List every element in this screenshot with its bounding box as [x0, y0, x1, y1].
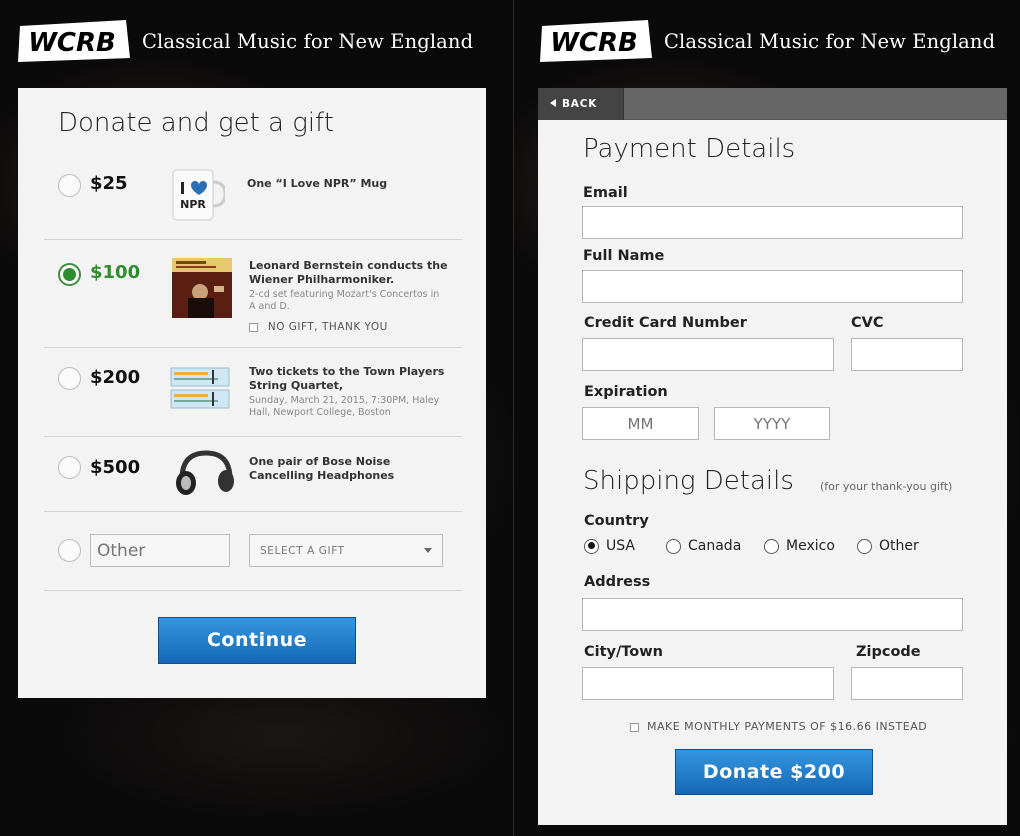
monthly-checkbox[interactable]	[630, 722, 639, 732]
gift-subtitle: 2-cd set featuring Mozart's Concertos in…	[249, 289, 440, 312]
country-usa[interactable]: USA	[584, 538, 635, 554]
expiration-label: Expiration	[584, 384, 668, 400]
radio-mexico[interactable]	[764, 538, 779, 554]
email-label: Email	[583, 185, 628, 201]
svg-text:WCRB: WCRB	[28, 28, 116, 58]
card-number-field[interactable]	[582, 338, 834, 371]
no-gift-label: NO GIFT, THANK YOU	[267, 321, 388, 333]
page-title: Donate and get a gift	[58, 108, 334, 138]
radio-other[interactable]	[58, 539, 81, 562]
country-mexico[interactable]: Mexico	[764, 538, 835, 554]
address-label: Address	[584, 574, 651, 590]
select-gift-label: SELECT A GIFT	[260, 545, 345, 557]
option-25[interactable]: $25 NPR One “I Love NPR” Mug	[44, 156, 462, 240]
gift-title: One “I Love NPR” Mug	[247, 177, 388, 190]
option-200[interactable]: $200 Two tickets to the Town Players Str…	[44, 348, 462, 437]
continue-button[interactable]: Continue	[158, 617, 356, 664]
amount-label: $25	[90, 173, 128, 194]
wcrb-logo: WCRB	[18, 20, 130, 62]
donate-screen: WCRB Classical Music for New England Don…	[0, 0, 513, 836]
email-field[interactable]	[582, 206, 963, 239]
wcrb-logo: WCRB	[540, 20, 652, 62]
amount-label: $500	[90, 457, 141, 478]
no-gift-option[interactable]: NO GIFT, THANK YOU	[249, 321, 388, 333]
gift-title: One pair of Bose Noise Cancelling Headph…	[249, 455, 395, 482]
back-arrow-icon	[550, 99, 556, 107]
radio-100[interactable]	[58, 263, 81, 286]
radio-200[interactable]	[58, 367, 81, 390]
donate-button[interactable]: Donate $200	[675, 749, 873, 795]
tagline: Classical Music for New England	[664, 29, 996, 53]
album-cover-image	[172, 258, 232, 318]
cvc-field[interactable]	[851, 338, 963, 371]
city-label: City/Town	[584, 644, 663, 660]
svg-text:NPR: NPR	[180, 198, 206, 211]
gift-title: Leonard Bernstein conducts the Wiener Ph…	[249, 259, 448, 286]
country-label: Country	[584, 513, 649, 529]
amount-label: $100	[90, 262, 141, 283]
option-500[interactable]: $500 One pair of Bose Noise Cancelling H…	[44, 437, 462, 512]
gift-subtitle: Sunday, March 21, 2015, 7:30PM, Haley Ha…	[249, 395, 440, 418]
other-amount-input[interactable]	[90, 534, 230, 567]
radio-25[interactable]	[58, 174, 81, 197]
radio-usa[interactable]	[584, 538, 599, 554]
payment-card: BACK Payment Details Email Full Name Cre…	[538, 88, 1007, 825]
monthly-label: MAKE MONTHLY PAYMENTS OF $16.66 INSTEAD	[647, 720, 928, 733]
zipcode-label: Zipcode	[856, 644, 921, 660]
exp-year-field[interactable]	[714, 407, 830, 440]
option-100[interactable]: $100 Leonard Bernstein conducts the Wien…	[44, 240, 462, 348]
shipping-title: Shipping Details	[583, 466, 794, 496]
radio-canada[interactable]	[666, 538, 681, 554]
headphones-image	[176, 450, 234, 495]
address-field[interactable]	[582, 598, 963, 631]
gift-title: Two tickets to the Town Players String Q…	[249, 365, 445, 392]
cvc-label: CVC	[851, 315, 884, 331]
radio-500[interactable]	[58, 456, 81, 479]
country-canada[interactable]: Canada	[666, 538, 741, 554]
payment-screen: WCRB Classical Music for New England BAC…	[514, 0, 1020, 836]
mug-image: NPR	[172, 169, 225, 221]
zipcode-field[interactable]	[851, 667, 963, 700]
donate-card: Donate and get a gift $25 NPR One “I Lov…	[18, 88, 486, 698]
caret-down-icon	[424, 548, 432, 553]
svg-text:WCRB: WCRB	[550, 28, 638, 58]
card-number-label: Credit Card Number	[584, 315, 747, 331]
shipping-note: (for your thank-you gift)	[820, 480, 953, 493]
monthly-payment-option[interactable]: MAKE MONTHLY PAYMENTS OF $16.66 INSTEAD	[630, 720, 927, 733]
back-bar: BACK	[538, 88, 1007, 120]
fullname-label: Full Name	[583, 248, 665, 264]
tagline: Classical Music for New England	[142, 29, 474, 53]
radio-other-country[interactable]	[857, 538, 872, 554]
exp-month-field[interactable]	[582, 407, 699, 440]
select-gift-dropdown[interactable]: SELECT A GIFT	[249, 534, 443, 567]
back-button[interactable]: BACK	[538, 88, 624, 120]
header: WCRB Classical Music for New England	[14, 18, 473, 64]
fullname-field[interactable]	[582, 270, 963, 303]
no-gift-checkbox[interactable]	[249, 322, 258, 332]
amount-label: $200	[90, 367, 141, 388]
payment-title: Payment Details	[583, 134, 796, 164]
city-field[interactable]	[582, 667, 834, 700]
tickets-image	[170, 367, 230, 409]
country-other[interactable]: Other	[857, 538, 919, 554]
header: WCRB Classical Music for New England	[536, 18, 995, 64]
back-label: BACK	[562, 98, 598, 110]
